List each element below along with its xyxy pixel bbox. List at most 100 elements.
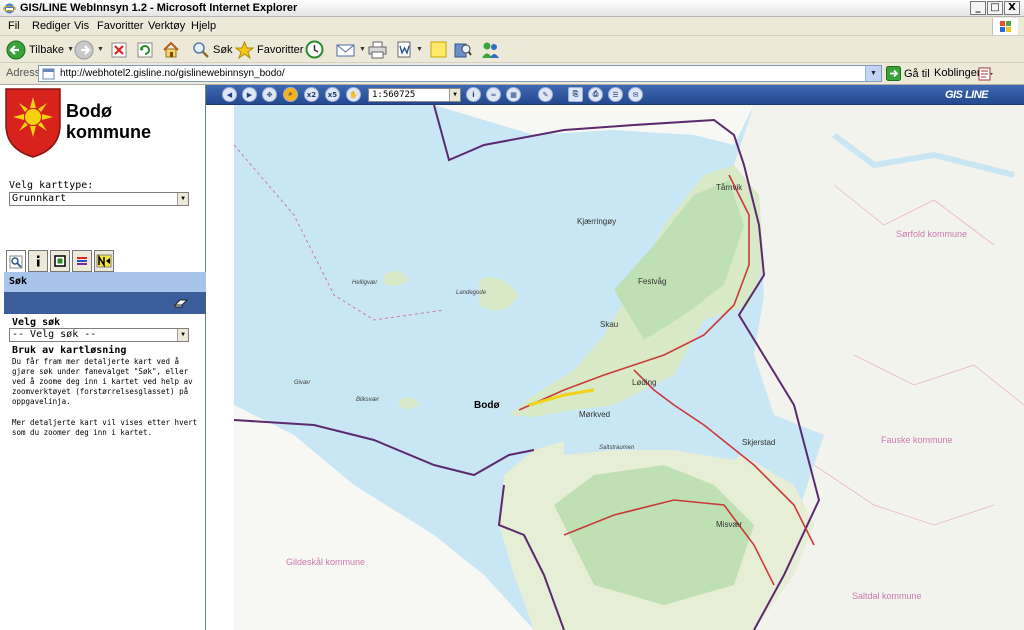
map-area: ◀ ▶ ✥ ⌕ x2 x5 ✋ 1:560725 ▼ i ═ ▦ ✎ ⎘ ⎙ ☰… (206, 85, 1024, 630)
help-text: Du får fram mer detaljerte kart ved å gj… (12, 357, 200, 438)
print-button[interactable] (368, 39, 387, 60)
print-icon[interactable]: ⎙ (588, 87, 603, 102)
page-icon (42, 68, 55, 80)
ie-logo-icon (3, 3, 16, 14)
draw-icon[interactable]: ✎ (538, 87, 553, 102)
chevron-down-icon: ▼ (359, 46, 366, 53)
favorites-label: Favoritter (257, 43, 304, 56)
tab-layers[interactable] (50, 250, 70, 272)
scale-select[interactable]: 1:560725 ▼ (368, 88, 461, 102)
back-button[interactable]: Tilbake ▼ (6, 39, 74, 60)
measure-icon[interactable]: ═ (486, 87, 501, 102)
menu-favorites[interactable]: Favoritter (97, 20, 143, 32)
maximize-button[interactable]: □ (987, 1, 1003, 15)
copy-icon[interactable]: ⎘ (568, 87, 583, 102)
eraser-icon[interactable] (174, 298, 188, 308)
home-button[interactable] (162, 39, 180, 60)
word-doc-icon (397, 41, 411, 58)
tab-search[interactable] (6, 250, 26, 272)
mail-button[interactable]: ▼ (336, 39, 366, 60)
address-url: http://webhotel2.gisline.no/gislinewebin… (60, 68, 285, 79)
search-section-header: Søk (4, 272, 206, 292)
choose-search-select[interactable]: -- Velg søk -- ▼ (9, 328, 189, 342)
map-label-bodo: Bodø (474, 400, 500, 411)
info-icon[interactable]: i (466, 87, 481, 102)
map-type-select[interactable]: Grunnkart ▼ (9, 192, 189, 206)
forward-button[interactable]: ▼ (74, 39, 104, 60)
tab-north[interactable] (94, 250, 114, 272)
chevron-down-icon[interactable]: ▼ (865, 66, 881, 81)
go-arrow-icon (886, 66, 901, 81)
chevron-down-icon: ▼ (449, 89, 460, 101)
overview-icon[interactable]: ▦ (506, 87, 521, 102)
standard-toolbar: Tilbake ▼ ▼ Søk Favoritter ▼ ▼ (0, 36, 1024, 63)
map-label-sorfold-kommune: Sørfold kommune (896, 229, 968, 239)
zoom-x5-button[interactable]: x5 (325, 87, 340, 102)
menu-edit[interactable]: Rediger (32, 20, 71, 32)
pan-icon[interactable]: ✥ (262, 87, 277, 102)
address-bar: Adresse http://webhotel2.gisline.no/gisl… (0, 63, 1024, 85)
menu-bar: Fil Rediger Vis Favoritter Verktøy Hjelp (0, 17, 1024, 36)
messenger-icon (482, 42, 499, 58)
map-view[interactable]: Tårnvik Kjærringøy Festvåg Skau Løding B… (234, 105, 1024, 630)
map-label-skau: Skau (600, 320, 619, 329)
zoom-icon[interactable]: ⌕ (283, 87, 298, 102)
refresh-icon (137, 42, 153, 57)
logo-line-2: kommune (66, 122, 152, 142)
menu-tools[interactable]: Verktøy (148, 20, 185, 32)
map-label-festvag: Festvåg (638, 277, 667, 286)
help-paragraph-2: Mer detaljerte kart vil vises etter hver… (12, 418, 198, 437)
map-back-icon[interactable]: ◀ (222, 87, 237, 102)
search-label: Søk (213, 43, 233, 56)
map-label-morkved: Mørkved (579, 410, 611, 419)
menu-view[interactable]: Vis (74, 20, 89, 32)
gisline-logo: GIS LINE (944, 89, 989, 101)
history-button[interactable] (305, 39, 324, 60)
map-label-bliksvaer: Bliksvær (356, 397, 380, 403)
windows-flag-icon (992, 18, 1018, 35)
legend-icon (77, 257, 87, 265)
chevron-down-icon: ▼ (67, 46, 74, 53)
zoom-x2-button[interactable]: x2 (304, 87, 319, 102)
title-bar: GIS/LINE WebInnsyn 1.2 - Microsoft Inter… (0, 0, 1024, 17)
map-label-saltdal-kommune: Saltdal kommune (852, 591, 922, 601)
tab-legend[interactable] (72, 250, 92, 272)
mail-icon[interactable]: ✉ (628, 87, 643, 102)
map-label-kjaerringoy: Kjærringøy (577, 217, 617, 226)
messenger-button[interactable] (480, 39, 500, 60)
tab-info[interactable] (28, 250, 48, 272)
map-label-givaer: Givær (294, 380, 311, 386)
logo-line-1: Bodø (66, 101, 112, 121)
minimize-button[interactable]: _ (970, 1, 986, 15)
north-arrow-icon (96, 254, 112, 268)
printer-icon (368, 41, 387, 58)
notes-button[interactable] (430, 39, 447, 60)
map-toolbar: ◀ ▶ ✥ ⌕ x2 x5 ✋ 1:560725 ▼ i ═ ▦ ✎ ⎘ ⎙ ☰… (206, 85, 1024, 105)
edit-button[interactable]: ▼ (396, 39, 423, 60)
mail-icon (336, 44, 355, 56)
hand-icon[interactable]: ✋ (346, 87, 361, 102)
favorites-button[interactable]: Favoritter (235, 39, 303, 60)
browser-window: GIS/LINE WebInnsyn 1.2 - Microsoft Inter… (0, 0, 1024, 630)
map-label-saltstraumen: Saltstraumen (599, 445, 635, 451)
map-canvas[interactable] (234, 105, 1024, 630)
extension-icon[interactable] (978, 66, 994, 82)
home-icon (163, 41, 179, 57)
stop-button[interactable] (110, 39, 128, 60)
links-button[interactable]: Koblinger (934, 67, 980, 79)
address-input[interactable]: http://webhotel2.gisline.no/gislinewebin… (38, 65, 882, 82)
search-button[interactable]: Søk (192, 39, 233, 60)
municipality-name: Bodø kommune (66, 101, 151, 143)
forward-arrow-icon (74, 40, 94, 59)
research-button[interactable] (454, 39, 472, 60)
menu-file[interactable]: Fil (8, 20, 20, 32)
legend-toggle-icon[interactable]: ☰ (608, 87, 623, 102)
map-forward-icon[interactable]: ▶ (242, 87, 257, 102)
map-label-skjerstad: Skjerstad (742, 438, 776, 447)
refresh-button[interactable] (136, 39, 154, 60)
go-button[interactable]: Gå til (886, 66, 930, 81)
help-paragraph-1: Du får fram mer detaljerte kart ved å gj… (12, 357, 193, 406)
history-icon (305, 40, 324, 59)
menu-help[interactable]: Hjelp (191, 20, 216, 32)
close-button[interactable]: X (1004, 1, 1020, 15)
